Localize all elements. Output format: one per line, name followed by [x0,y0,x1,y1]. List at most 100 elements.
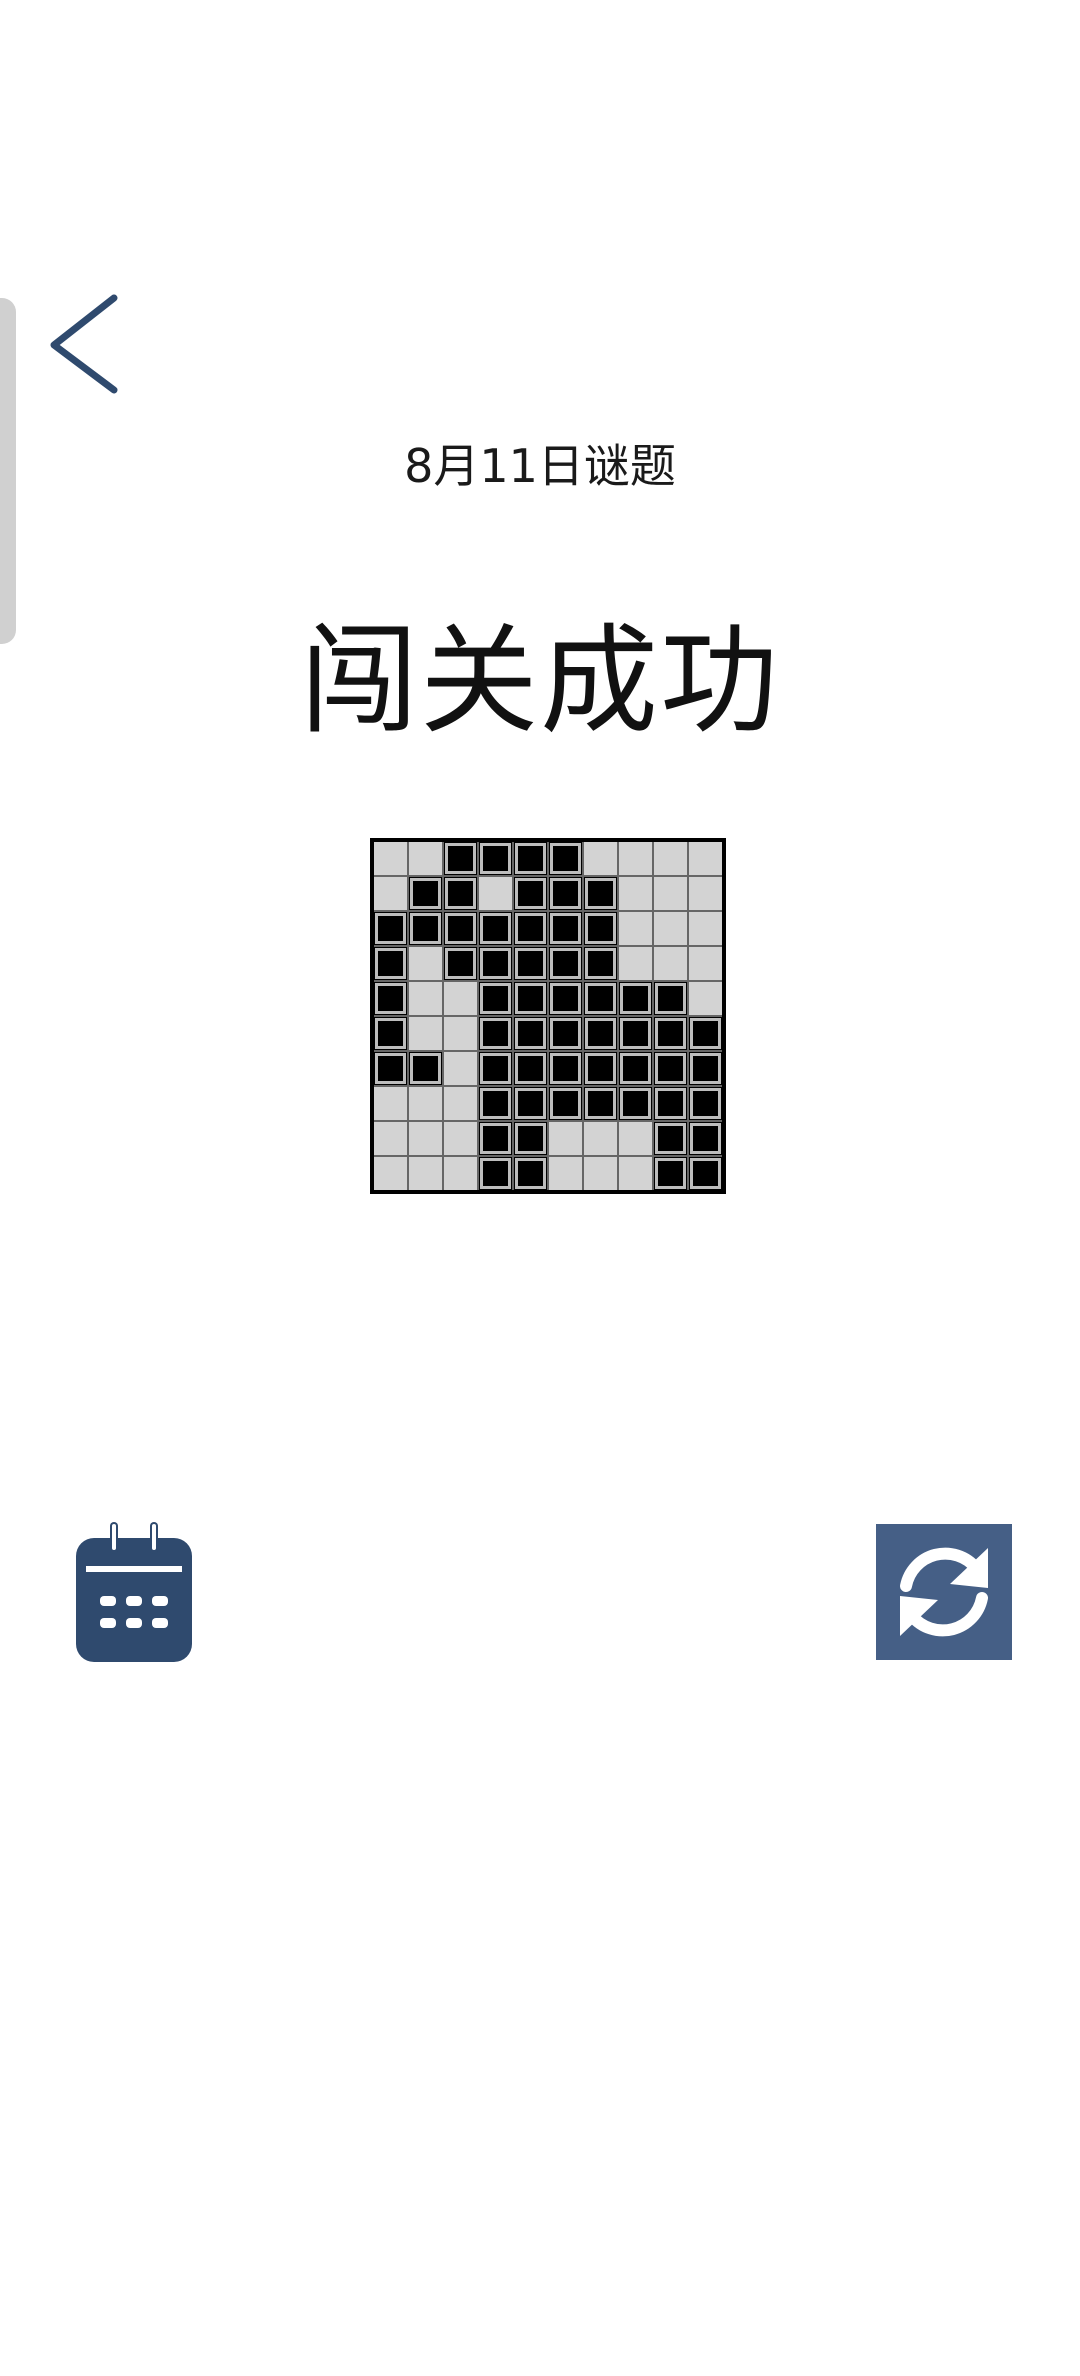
puzzle-cell-empty [619,1157,652,1190]
puzzle-cell-empty [374,842,407,875]
puzzle-cell-filled [689,1017,722,1050]
puzzle-cell-filled [479,1052,512,1085]
puzzle-cell-empty [689,842,722,875]
puzzle-cell-empty [654,877,687,910]
puzzle-cell-empty [409,842,442,875]
puzzle-cell-empty [584,1157,617,1190]
puzzle-cell-empty [479,877,512,910]
puzzle-cell-empty [444,1157,477,1190]
puzzle-cell-filled [409,912,442,945]
puzzle-cell-filled [584,947,617,980]
puzzle-cell-filled [514,1017,547,1050]
puzzle-cell-filled [619,1052,652,1085]
puzzle-cell-filled [514,877,547,910]
puzzle-cell-empty [444,1087,477,1120]
puzzle-cell-filled [619,982,652,1015]
solved-puzzle-board [370,838,726,1194]
puzzle-cell-empty [654,912,687,945]
puzzle-cell-filled [654,1157,687,1190]
puzzle-cell-filled [514,947,547,980]
puzzle-cell-filled [514,982,547,1015]
puzzle-cell-filled [549,842,582,875]
back-button[interactable] [44,290,134,400]
puzzle-cell-filled [374,1017,407,1050]
puzzle-cell-empty [409,1157,442,1190]
puzzle-cell-empty [654,842,687,875]
puzzle-cell-filled [409,1052,442,1085]
puzzle-cell-filled [584,982,617,1015]
puzzle-cell-filled [514,842,547,875]
puzzle-cell-empty [689,947,722,980]
puzzle-cell-filled [514,1052,547,1085]
puzzle-cell-empty [689,877,722,910]
puzzle-date-title: 8月11日谜题 [404,439,676,493]
puzzle-cell-filled [479,1122,512,1155]
puzzle-cell-filled [689,1122,722,1155]
puzzle-cell-empty [689,982,722,1015]
puzzle-cell-filled [514,1157,547,1190]
puzzle-cell-empty [444,1122,477,1155]
puzzle-cell-empty [374,1122,407,1155]
puzzle-cell-empty [619,877,652,910]
puzzle-cell-filled [654,1052,687,1085]
puzzle-cell-empty [549,1157,582,1190]
puzzle-cell-filled [479,1087,512,1120]
puzzle-cell-filled [374,1052,407,1085]
puzzle-cell-filled [654,982,687,1015]
puzzle-cell-empty [409,1087,442,1120]
puzzle-cell-filled [479,842,512,875]
puzzle-cell-filled [584,1052,617,1085]
puzzle-cell-filled [549,1052,582,1085]
puzzle-cell-empty [549,1122,582,1155]
puzzle-cell-empty [444,982,477,1015]
puzzle-cell-filled [689,1052,722,1085]
puzzle-cell-filled [549,947,582,980]
puzzle-cell-empty [619,1122,652,1155]
puzzle-cell-filled [444,877,477,910]
chevron-left-icon [50,294,118,394]
refresh-button[interactable] [876,1524,1012,1660]
puzzle-cell-empty [374,1157,407,1190]
puzzle-cell-filled [374,947,407,980]
puzzle-cell-filled [479,947,512,980]
puzzle-cell-filled [619,1017,652,1050]
success-heading: 闯关成功 [299,612,780,750]
puzzle-cell-filled [584,912,617,945]
puzzle-cell-empty [654,947,687,980]
puzzle-cell-empty [409,1017,442,1050]
puzzle-cell-filled [514,1122,547,1155]
puzzle-cell-empty [619,842,652,875]
puzzle-cell-filled [689,1157,722,1190]
puzzle-cell-filled [654,1122,687,1155]
puzzle-grid [374,842,722,1190]
puzzle-cell-filled [549,912,582,945]
puzzle-cell-empty [409,982,442,1015]
puzzle-cell-filled [549,982,582,1015]
puzzle-cell-filled [689,1087,722,1120]
puzzle-cell-filled [444,947,477,980]
puzzle-cell-empty [584,842,617,875]
puzzle-cell-filled [549,1017,582,1050]
puzzle-cell-filled [479,982,512,1015]
puzzle-cell-filled [584,877,617,910]
puzzle-cell-filled [514,912,547,945]
puzzle-cell-filled [479,1157,512,1190]
puzzle-cell-filled [654,1087,687,1120]
puzzle-cell-filled [444,842,477,875]
puzzle-cell-empty [374,877,407,910]
puzzle-cell-filled [479,912,512,945]
puzzle-cell-empty [444,1017,477,1050]
puzzle-cell-empty [374,1087,407,1120]
puzzle-cell-filled [619,1087,652,1120]
puzzle-cell-filled [654,1017,687,1050]
puzzle-cell-empty [444,1052,477,1085]
puzzle-cell-filled [479,1017,512,1050]
puzzle-cell-empty [619,912,652,945]
puzzle-cell-filled [409,877,442,910]
calendar-button[interactable] [76,1522,192,1662]
refresh-icon [900,1547,988,1637]
puzzle-cell-empty [584,1122,617,1155]
puzzle-cell-filled [584,1087,617,1120]
puzzle-cell-filled [584,1017,617,1050]
calendar-icon [76,1522,192,1662]
